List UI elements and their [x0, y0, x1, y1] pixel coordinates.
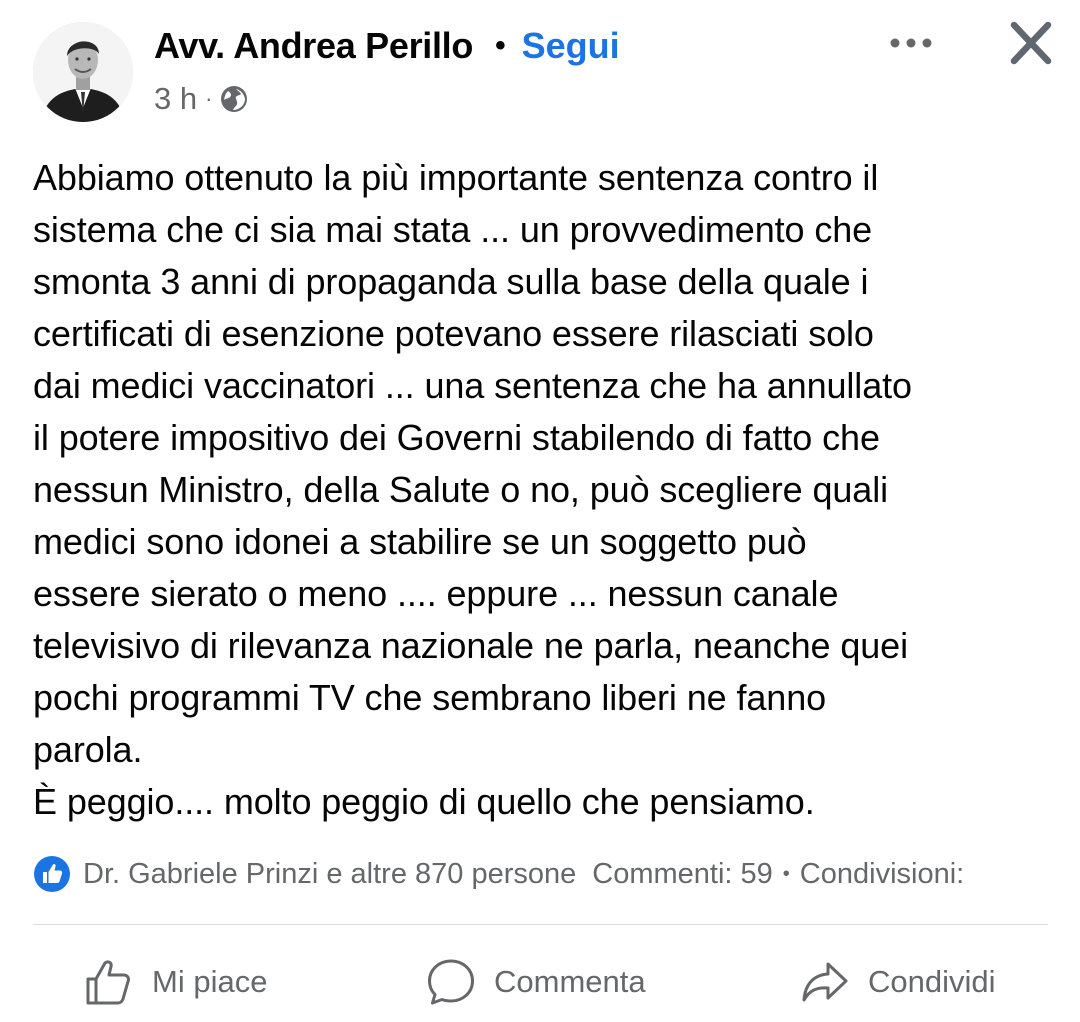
- author-row: Avv. Andrea Perillo • Segui: [154, 24, 620, 68]
- engagement-summary: Dr. Gabriele Prinzi e altre 870 persone …: [33, 852, 1080, 896]
- like-reaction-icon: [34, 856, 70, 892]
- thumbs-up-icon: [86, 960, 130, 1005]
- reactions-summary[interactable]: Dr. Gabriele Prinzi e altre 870 persone: [83, 858, 576, 891]
- share-button[interactable]: Condividi: [800, 952, 996, 1012]
- globe-icon: [221, 86, 248, 112]
- stats-separator: •: [782, 862, 790, 885]
- share-label: Condividi: [868, 964, 996, 999]
- author-name[interactable]: Avv. Andrea Perillo: [154, 25, 473, 67]
- close-icon[interactable]: [1006, 20, 1056, 66]
- comment-button[interactable]: Commenta: [426, 952, 646, 1012]
- comment-label: Commenta: [494, 964, 646, 999]
- post-meta: 3 h ·: [154, 80, 249, 118]
- profile-photo: [33, 22, 133, 122]
- post-timestamp[interactable]: 3 h: [154, 81, 197, 117]
- post-body: Abbiamo ottenuto la più importante sente…: [33, 157, 912, 822]
- follow-button[interactable]: Segui: [522, 25, 620, 67]
- comment-bubble-icon: [428, 959, 474, 1005]
- separator-dot: •: [495, 29, 506, 62]
- like-label: Mi piace: [152, 964, 268, 999]
- more-options-icon[interactable]: [886, 24, 936, 62]
- like-button[interactable]: Mi piace: [84, 952, 267, 1012]
- share-arrow-icon: [802, 962, 848, 1002]
- divider: [33, 924, 1048, 925]
- avatar[interactable]: [33, 22, 133, 122]
- shares-count[interactable]: Condivisioni:: [800, 858, 964, 891]
- comments-count[interactable]: Commenti: 59: [592, 858, 773, 891]
- post-header: Avv. Andrea Perillo • Segui 3 h ·: [0, 0, 1080, 130]
- meta-separator: ·: [205, 86, 213, 111]
